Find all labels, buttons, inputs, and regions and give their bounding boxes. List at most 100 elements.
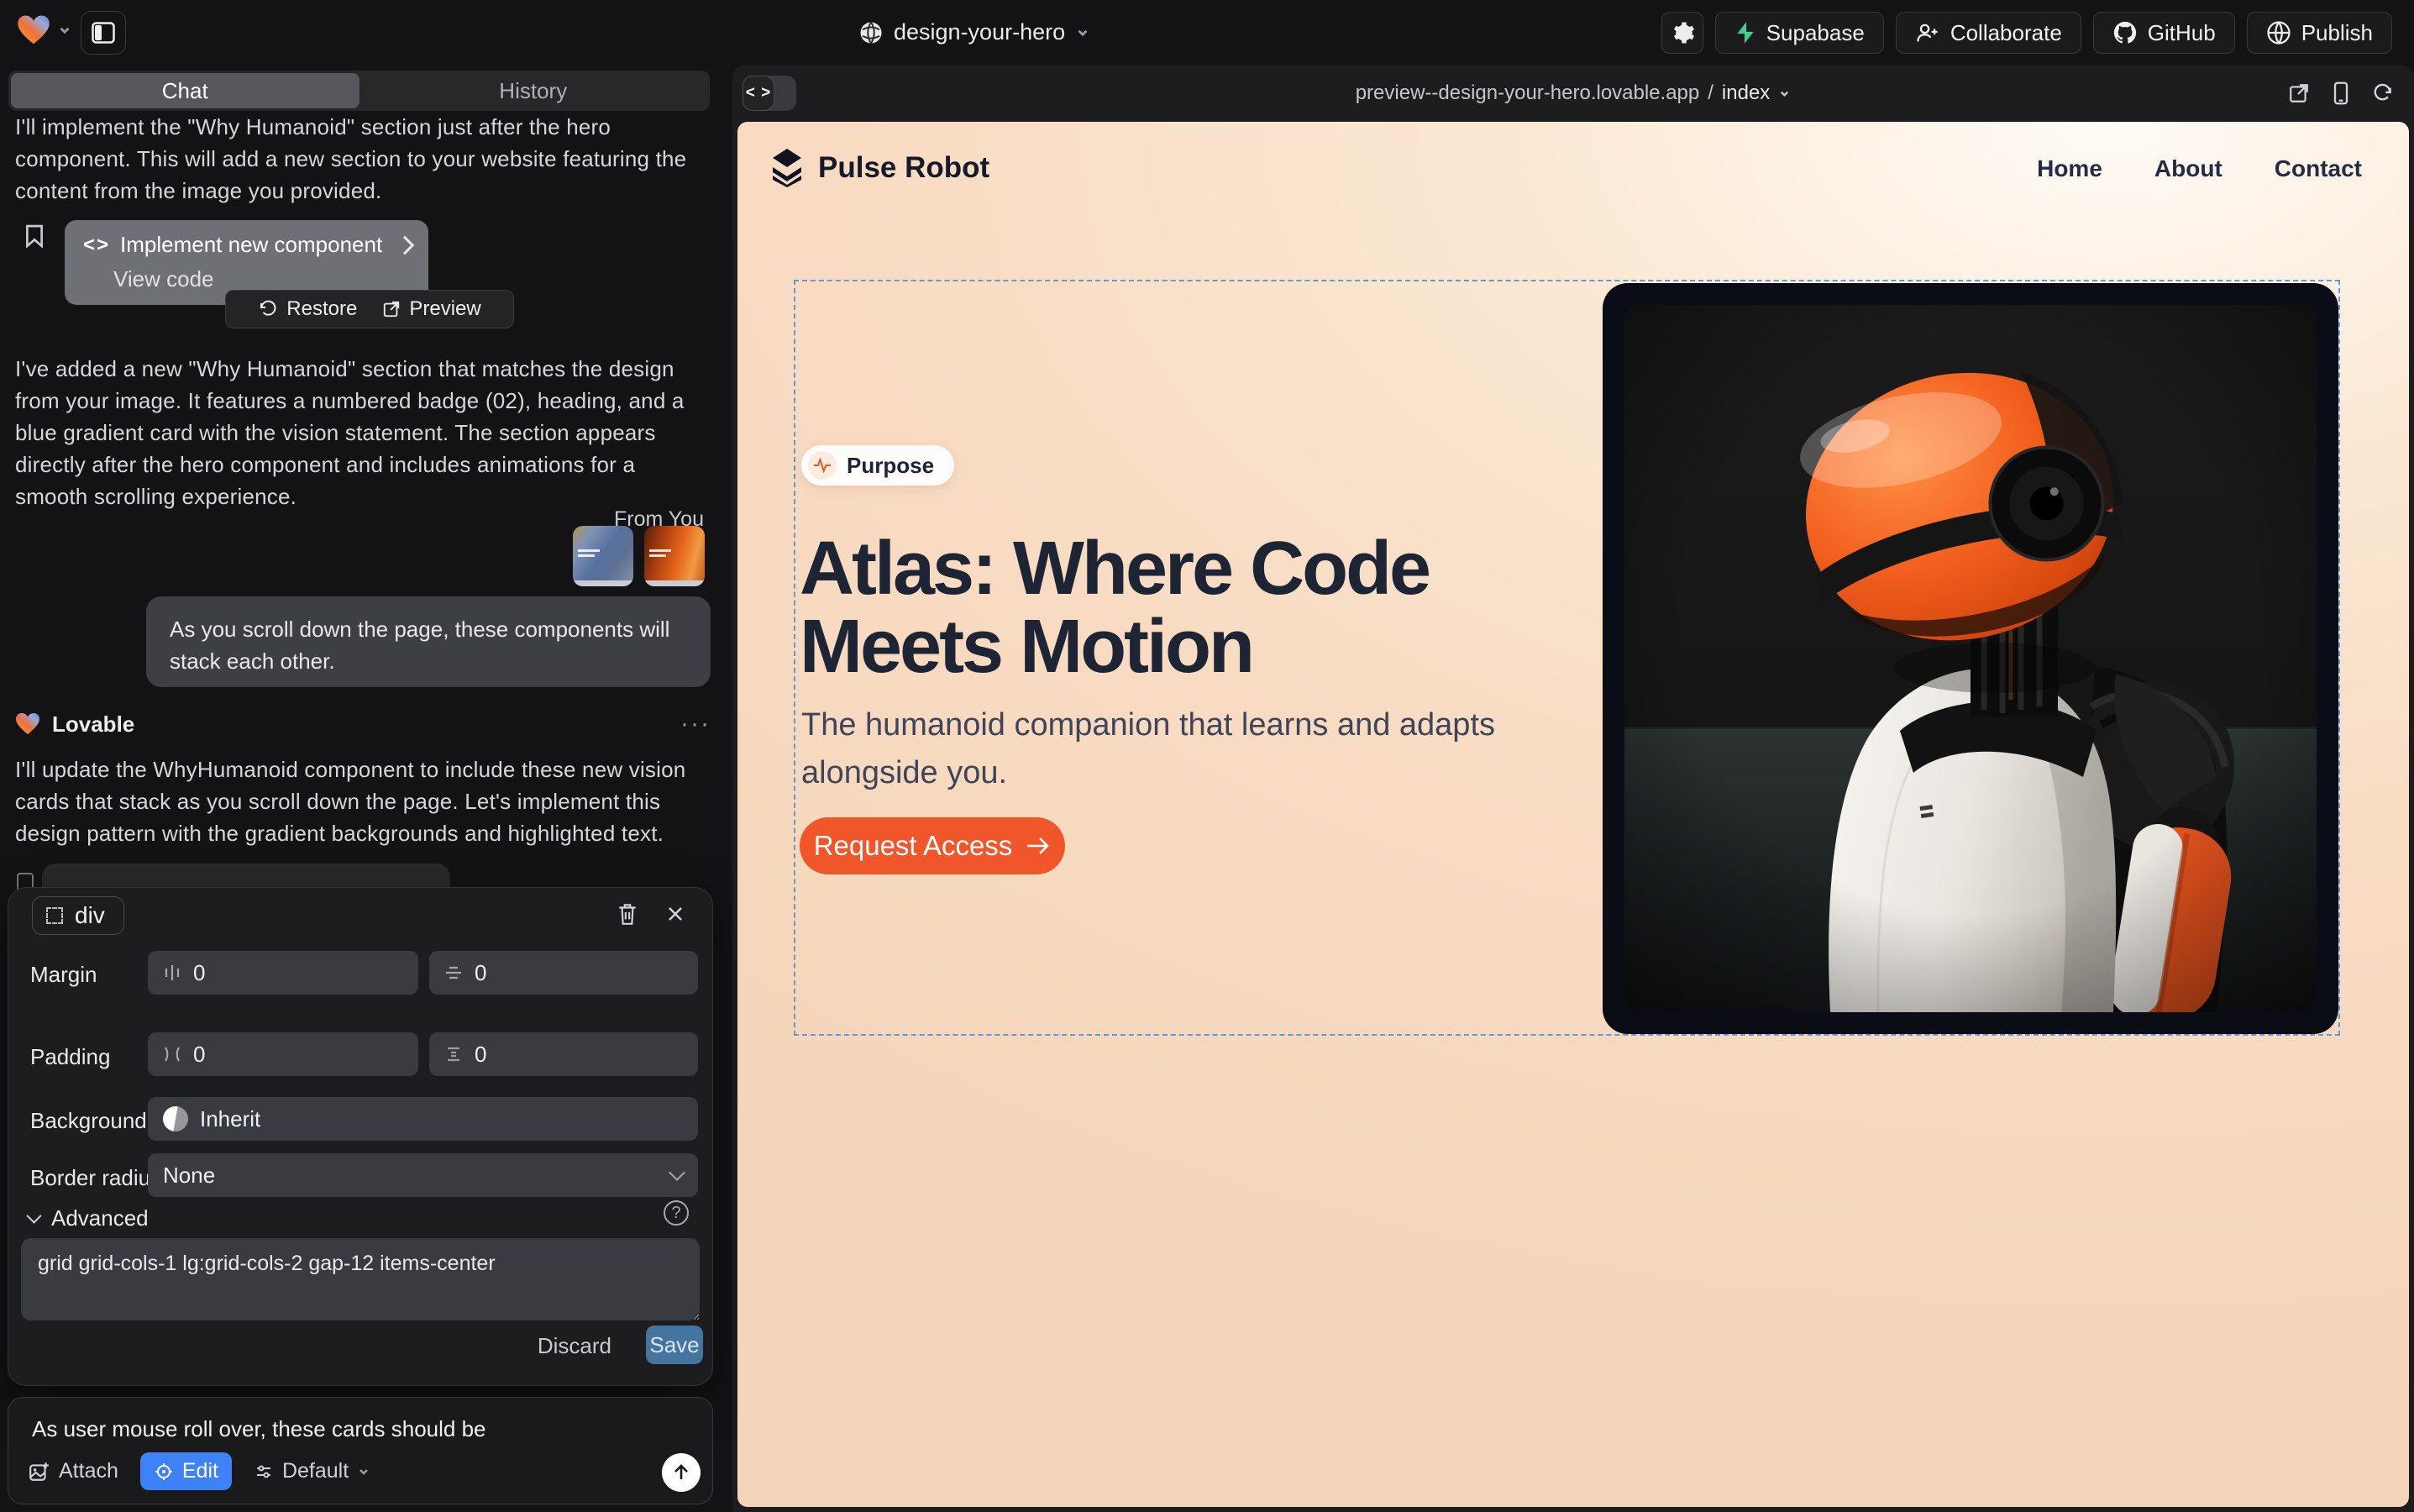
trash-icon[interactable] [617, 901, 638, 927]
tab-history[interactable]: History [359, 73, 708, 108]
view-code-link[interactable]: View code [113, 266, 412, 292]
site-nav: Home About Contact [2037, 155, 2362, 182]
lovable-heart-icon [15, 712, 40, 736]
tool-card-title: Implement new component [120, 232, 382, 258]
preview-button[interactable]: Preview [382, 297, 480, 321]
chevron-down-icon [357, 1465, 370, 1478]
chevron-down-icon [26, 1208, 41, 1223]
external-link-icon [382, 300, 401, 318]
bookmark-icon[interactable] [25, 224, 44, 248]
background-label: Background [30, 1108, 147, 1134]
url-separator: / [1708, 81, 1713, 105]
restore-preview-toolbar: Restore Preview [225, 290, 514, 328]
preview-domain: preview--design-your-hero.lovable.app [1356, 81, 1700, 105]
tab-chat[interactable]: Chat [11, 73, 359, 108]
padding-y-input[interactable] [475, 1042, 683, 1068]
lovable-name: Lovable [52, 711, 134, 738]
hero-heading: Atlas: Where Code Meets Motion [800, 530, 1640, 686]
margin-label: Margin [30, 962, 97, 988]
color-swatch-icon [163, 1106, 188, 1131]
attachment-thumbnail-orange[interactable] [644, 526, 705, 586]
settings-button[interactable] [1661, 12, 1703, 54]
padding-x-input[interactable] [193, 1042, 403, 1068]
chevron-right-icon [396, 235, 415, 255]
help-button[interactable]: ? [664, 1200, 689, 1226]
chevron-down-icon [57, 23, 72, 38]
mobile-view-icon[interactable] [2332, 81, 2350, 105]
hero-robot-image [1603, 283, 2338, 1034]
restore-button[interactable]: Restore [258, 297, 357, 321]
background-field[interactable]: Inherit [148, 1097, 698, 1141]
nav-about[interactable]: About [2154, 155, 2222, 182]
preview-url-bar[interactable]: preview--design-your-hero.lovable.app / … [732, 65, 2414, 122]
collaborate-icon [1915, 21, 1940, 45]
chevron-down-icon [1075, 25, 1090, 40]
attachment-thumbnail-blue[interactable] [573, 526, 633, 586]
publish-globe-icon [2266, 20, 2291, 45]
mode-select[interactable]: Default [254, 1459, 370, 1483]
padding-x-icon [163, 1045, 181, 1063]
padding-y-field[interactable] [429, 1032, 698, 1076]
refresh-icon[interactable] [2372, 82, 2394, 104]
margin-x-input[interactable] [193, 960, 403, 986]
margin-y-icon [444, 963, 463, 982]
top-bar-actions: Supabase Collaborate GitHub Publish [1661, 12, 2392, 54]
hero-subheading: The humanoid companion that learns and a… [801, 701, 1507, 797]
chevron-down-icon [1778, 87, 1791, 100]
assistant-message-1: I'll implement the "Why Humanoid" sectio… [15, 111, 699, 207]
discard-button[interactable]: Discard [538, 1333, 611, 1359]
edit-mode-button[interactable]: Edit [140, 1452, 232, 1490]
advanced-classes-textarea[interactable]: grid grid-cols-1 lg:grid-cols-2 gap-12 i… [21, 1238, 700, 1320]
selected-element-chip[interactable]: div [32, 896, 124, 935]
sliders-icon [254, 1462, 274, 1482]
chevron-down-icon [669, 1164, 685, 1181]
preview-actions [2288, 65, 2394, 122]
padding-y-icon [444, 1045, 463, 1063]
border-radius-select[interactable]: None [148, 1153, 698, 1197]
site-viewport: Pulse Robot Home About Contact Purpose A… [737, 122, 2409, 1507]
lovable-logo-menu[interactable] [17, 14, 72, 46]
github-button[interactable]: GitHub [2093, 12, 2235, 54]
nav-contact[interactable]: Contact [2275, 155, 2362, 182]
message-menu-button[interactable]: ··· [680, 710, 711, 738]
open-external-icon[interactable] [2288, 82, 2310, 104]
chat-composer[interactable]: As user mouse roll over, these cards sho… [8, 1397, 713, 1504]
margin-y-field[interactable] [429, 951, 698, 995]
attach-image-icon [29, 1461, 50, 1483]
composer-input[interactable]: As user mouse roll over, these cards sho… [32, 1416, 486, 1442]
site-brand-name: Pulse Robot [818, 151, 989, 185]
supabase-button[interactable]: Supabase [1715, 12, 1884, 54]
request-access-button[interactable]: Request Access [800, 817, 1065, 874]
pulse-robot-logo-icon [769, 147, 805, 189]
border-radius-value: None [163, 1163, 215, 1189]
publish-button[interactable]: Publish [2247, 12, 2392, 54]
user-message-bubble: As you scroll down the page, these compo… [146, 596, 711, 687]
margin-x-field[interactable] [148, 951, 418, 995]
padding-x-field[interactable] [148, 1032, 418, 1076]
element-inspector-panel: div Margin Padding [8, 887, 713, 1386]
save-button[interactable]: Save [646, 1326, 703, 1364]
nav-home[interactable]: Home [2037, 155, 2102, 182]
margin-x-icon [163, 963, 181, 982]
site-header: Pulse Robot Home About Contact [737, 122, 2409, 206]
send-button[interactable] [662, 1453, 701, 1492]
restore-icon [258, 299, 278, 319]
close-icon[interactable] [665, 901, 685, 927]
lovable-heart-icon [17, 14, 50, 46]
globe-icon [858, 20, 884, 45]
supabase-icon [1734, 21, 1756, 45]
assistant-message-3: I'll update the WhyHumanoid component to… [15, 753, 687, 849]
element-tag: div [75, 902, 105, 929]
site-brand[interactable]: Pulse Robot [769, 147, 989, 189]
attach-button[interactable]: Attach [29, 1459, 118, 1483]
lovable-message-header: Lovable ··· [15, 710, 711, 738]
margin-y-input[interactable] [475, 960, 683, 986]
collaborate-button[interactable]: Collaborate [1896, 12, 2081, 54]
project-switcher[interactable]: design-your-hero [858, 0, 1090, 65]
robot-illustration [1624, 305, 2317, 1012]
toggle-sidebar-button[interactable] [81, 11, 126, 55]
gear-icon [1670, 20, 1695, 45]
composer-toolbar: Attach Edit Default [29, 1452, 370, 1490]
advanced-section-toggle[interactable]: Advanced [29, 1205, 149, 1231]
preview-path: index [1722, 81, 1770, 105]
